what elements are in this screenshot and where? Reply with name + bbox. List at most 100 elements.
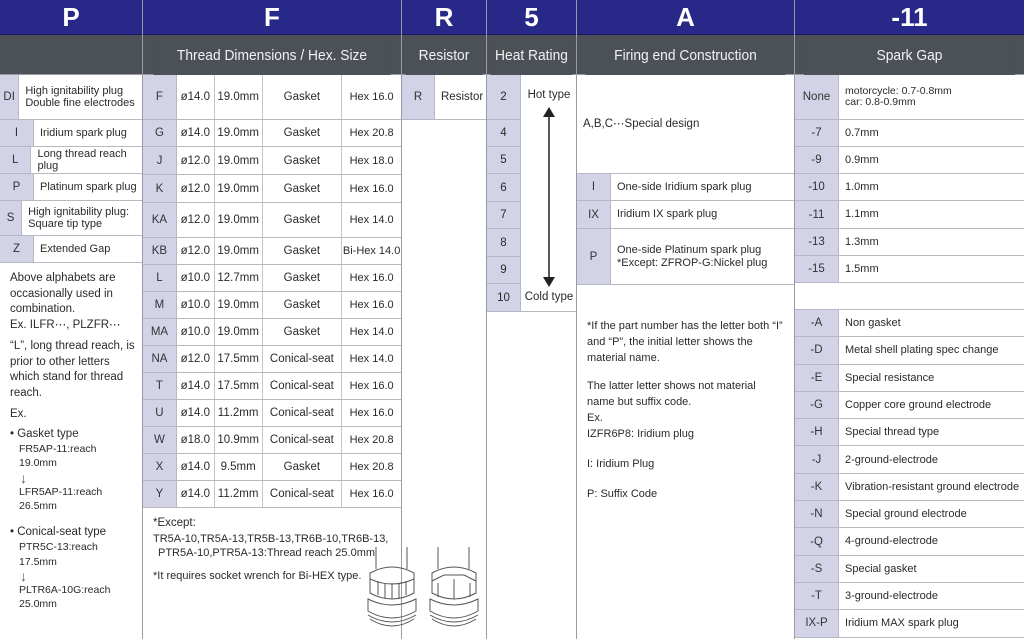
code-cell: IX: [577, 201, 611, 228]
code-cell: -E: [795, 364, 839, 391]
description-cell: 1.3mm: [845, 235, 879, 248]
reach-cell: 19.0mm: [215, 175, 263, 202]
code-cell: -15: [795, 256, 839, 282]
seat-cell: Gasket: [263, 454, 343, 480]
hex-nut-icon: [429, 547, 479, 627]
description-cell: 2-ground-electrode: [845, 453, 938, 466]
code-cell: -K: [795, 473, 839, 501]
p-note-long-reach: “L”, long thread reach, is prior to othe…: [10, 340, 135, 399]
suffix-row: -T 3-ground-electrode: [795, 582, 1024, 611]
except-line-2: PTR5A-10,PTR5A-13:Thread reach 25.0mm: [158, 547, 376, 560]
code-cell: -10: [795, 174, 839, 200]
description-cell: Iridium spark plug: [40, 126, 127, 139]
thread-table: Fø14.0 19.0mm Gasket Hex 16.0 Gø14.0 19.0mm Ga…: [143, 75, 401, 508]
description-line: car: 0.8-0.9mm: [845, 96, 916, 108]
spark-gap-row: -11 1.1mm: [795, 201, 1024, 229]
reach-cell: 19.0mm: [215, 292, 263, 318]
reach-cell: 12.7mm: [215, 265, 263, 291]
dia-cell: ø14.0: [177, 400, 215, 426]
dia-cell: ø10.0: [177, 319, 215, 345]
description-cell: 4-ground-electrode: [845, 535, 938, 548]
hex-cell: Hex 16.0: [349, 272, 394, 284]
hex-cell: Hex 14.0: [349, 326, 394, 338]
header-letter-heat: 5: [487, 0, 576, 35]
code-cell: J: [143, 147, 177, 174]
p-note-combination: Above alphabets are occasionally used in…: [10, 272, 121, 331]
reach-cell: 19.0mm: [215, 75, 263, 119]
header-letter-a: A: [577, 0, 794, 35]
dia-cell: ø12.0: [177, 238, 215, 264]
bihex-note: *It requires socket wrench for Bi-HEX ty…: [153, 570, 362, 583]
dia-cell: ø10.0: [177, 292, 215, 318]
thread-row: Fø14.0 19.0mm Gasket Hex 16.0: [143, 75, 401, 120]
a-note: *If the part number has the letter both …: [577, 285, 794, 502]
gasket-type-title: • Gasket type: [10, 427, 79, 440]
code-cell: -H: [795, 419, 839, 446]
description-cell: Metal shell plating spec change: [845, 344, 999, 357]
seat-cell: Gasket: [263, 292, 343, 318]
p-code-row: DI High ignitability plug Double fine ele…: [0, 75, 142, 120]
suffix-row: -S Special gasket: [795, 555, 1024, 583]
spark-gap-row: -10 1.0mm: [795, 174, 1024, 201]
p-code-row: Z Extended Gap: [0, 236, 142, 263]
header-letter-f: F: [143, 0, 401, 35]
hex-cell: Hex 16.0: [349, 91, 394, 103]
description-cell: 0.7mm: [845, 126, 879, 139]
suffix-row: -D Metal shell plating spec change: [795, 337, 1024, 365]
arrow-down-icon: ↓: [20, 567, 27, 584]
resistor-code: R: [402, 75, 435, 119]
hex-cell: Hex 20.8: [349, 461, 394, 473]
code-cell: -N: [795, 501, 839, 528]
seat-cell: Conical-seat: [263, 427, 343, 453]
description-cell: High ignitability plug Double fine elect…: [25, 84, 135, 109]
heat-code-cell: 2: [487, 75, 520, 120]
header-subtitle-a: Firing end Construction: [585, 35, 786, 75]
except-line-1: TR5A-10,TR5A-13,TR5B-13,TR6B-10,TR6B-13,: [153, 532, 389, 545]
spark-gap-row: -7 0.7mm: [795, 120, 1024, 147]
code-cell: Z: [0, 236, 34, 262]
dia-cell: ø14.0: [177, 120, 215, 146]
seat-cell: Gasket: [263, 265, 343, 291]
hot-type-label: Hot type: [527, 89, 571, 101]
description-cell: Iridium MAX spark plug: [845, 617, 959, 630]
heat-code-cell: 10: [497, 291, 510, 304]
thread-row: KB ø12.0 19.0mm Gasket Bi-Hex 14.0: [143, 238, 401, 265]
dia-cell: ø14.0: [177, 75, 215, 119]
conical-to: PLTR6A-10G:reach 25.0mm: [19, 583, 111, 610]
code-cell: -G: [795, 391, 839, 419]
header-subtitle-p: [0, 35, 142, 75]
special-design-row: A,B,C⋯Special design: [577, 75, 794, 174]
code-cell: DI: [0, 75, 20, 119]
spark-gap-table: None motorcycle: 0.7-0.8mm car: 0.8-0.9mm -…: [795, 75, 1024, 283]
heat-rating-table: 2 4 5 6 7 8 9 10 Hot type Cold type: [487, 75, 576, 312]
gasket-to: LFR5AP-11:reach 26.5mm: [19, 485, 103, 512]
description-line: One-side Platinum spark plug: [617, 244, 762, 257]
description-cell: 1.1mm: [845, 208, 879, 221]
thread-row: Wø18.0 10.9mm Conical-seat Hex 20.8: [143, 427, 401, 454]
code-cell: -13: [795, 229, 839, 255]
heat-code-cell: 9: [487, 257, 520, 284]
spark-gap-row: -9 0.9mm: [795, 147, 1024, 174]
column-f: F Thread Dimensions / Hex. Size Fø14.0 19…: [143, 0, 402, 639]
code-cell: -T: [795, 582, 839, 610]
cold-type-label: Cold type: [524, 291, 574, 303]
hex-cell: Bi-Hex 14.0: [342, 245, 401, 257]
description-cell: Platinum spark plug: [40, 180, 137, 193]
description-cell: 1.5mm: [845, 262, 879, 275]
description-cell: Vibration-resistant ground electrode: [845, 480, 1020, 493]
seat-cell: Gasket: [263, 175, 343, 202]
thread-row: Tø14.0 17.5mm Conical-seat Hex 16.0: [143, 373, 401, 400]
description-cell: Special resistance: [845, 371, 935, 384]
code-cell: T: [143, 373, 177, 399]
seat-cell: Conical-seat: [263, 481, 343, 507]
heat-code-cell: 5: [487, 147, 520, 174]
p-note: Above alphabets are occasionally used in…: [0, 263, 142, 611]
description-line: *Except: ZFROP-G:Nickel plug: [617, 256, 768, 269]
thread-row: NA ø12.0 17.5mm Conical-seat Hex 14.0: [143, 346, 401, 373]
hex-cell: Hex 16.0: [349, 488, 394, 500]
hex-cell: Hex 14.0: [349, 214, 394, 226]
header-letter-r: R: [402, 0, 486, 35]
code-cell: S: [0, 201, 23, 235]
header-subtitle-f-wrap: Thread Dimensions / Hex. Size: [143, 35, 401, 75]
spark-gap-row: None motorcycle: 0.7-0.8mm car: 0.8-0.9mm: [795, 75, 1024, 120]
